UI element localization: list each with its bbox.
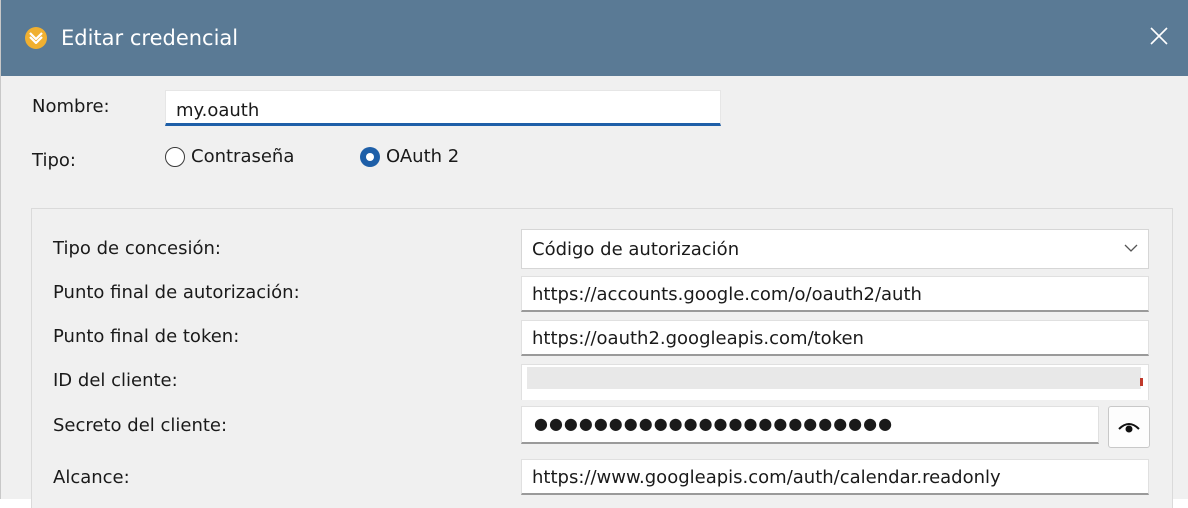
close-button[interactable]	[1139, 16, 1179, 56]
radio-oauth2[interactable]: OAuth 2	[360, 146, 459, 167]
radio-oauth2-label: OAuth 2	[386, 146, 460, 167]
eye-icon	[1118, 423, 1140, 433]
radio-password-label: Contraseña	[191, 146, 295, 167]
auth-endpoint-label: Punto final de autorización:	[53, 282, 300, 303]
grant-type-value: Código de autorización	[532, 239, 740, 260]
type-label: Tipo:	[32, 150, 76, 171]
redaction-marker	[1140, 378, 1143, 386]
auth-endpoint-input[interactable]: https://accounts.google.com/o/oauth2/aut…	[521, 276, 1149, 312]
close-icon	[1150, 27, 1168, 45]
app-logo-icon	[25, 27, 47, 49]
client-id-label: ID del cliente:	[53, 370, 178, 391]
radio-oauth2-indicator	[360, 146, 380, 167]
radio-password[interactable]: Contraseña	[165, 146, 294, 167]
redacted-client-id	[527, 367, 1141, 389]
scope-label: Alcance:	[53, 467, 130, 488]
client-secret-input[interactable]: ●●●●●●●●●●●●●●●●●●●●●●●●	[521, 406, 1099, 444]
chevron-down-icon	[1124, 244, 1138, 252]
show-password-button[interactable]	[1108, 406, 1150, 448]
edit-credential-dialog: Editar credencial Nombre: Tipo: Contrase…	[0, 0, 1188, 508]
radio-password-indicator	[165, 146, 185, 167]
token-endpoint-input[interactable]: https://oauth2.googleapis.com/token	[521, 320, 1149, 356]
name-input[interactable]	[165, 90, 721, 126]
name-label: Nombre:	[32, 96, 110, 117]
dialog-title: Editar credencial	[61, 26, 239, 50]
client-secret-label: Secreto del cliente:	[53, 415, 228, 436]
scope-input[interactable]: https://www.googleapis.com/auth/calendar…	[521, 459, 1149, 495]
token-endpoint-label: Punto final de token:	[53, 326, 240, 347]
grant-type-select[interactable]: Código de autorización	[521, 229, 1149, 269]
title-bar: Editar credencial	[1, 0, 1188, 76]
grant-type-label: Tipo de concesión:	[53, 238, 221, 259]
